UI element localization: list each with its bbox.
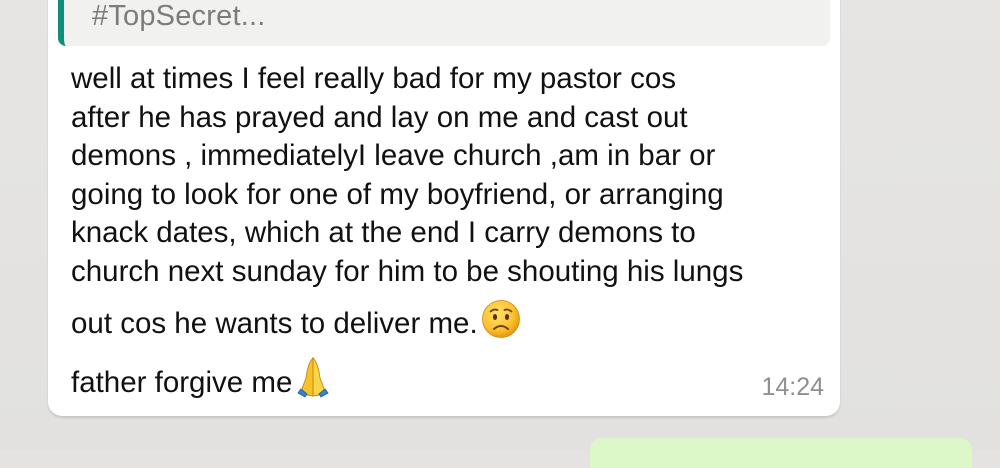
message-line: going to look for one of my boyfriend, o… bbox=[71, 177, 724, 211]
message-line: church next sunday for him to be shoutin… bbox=[71, 254, 744, 288]
message-timestamp: 14:24 bbox=[761, 373, 824, 401]
signoff-line: father forgive me bbox=[71, 356, 831, 409]
outgoing-message-bubble[interactable] bbox=[590, 438, 972, 468]
message-body: well at times I feel really bad for my p… bbox=[71, 60, 831, 408]
message-line: demons , immediatelyI leave church ,am i… bbox=[71, 139, 716, 172]
message-line-with-emoji: out cos he wants to deliver me. bbox=[71, 299, 831, 350]
worried-face-emoji-icon bbox=[481, 299, 521, 350]
quoted-reply[interactable]: #TopSecret... bbox=[58, 0, 830, 46]
message-line: well at times I feel really bad for my p… bbox=[71, 62, 676, 95]
incoming-message-bubble[interactable]: #TopSecret... well at times I feel reall… bbox=[48, 0, 840, 416]
chat-area: #TopSecret... well at times I feel reall… bbox=[0, 0, 1000, 468]
quoted-reply-text: #TopSecret... bbox=[92, 0, 266, 32]
message-line: out cos he wants to deliver me. bbox=[71, 307, 478, 340]
folded-hands-emoji-icon bbox=[295, 356, 331, 409]
message-line: knack dates, which at the end I carry de… bbox=[71, 216, 696, 249]
signoff-text: father forgive me bbox=[71, 365, 293, 399]
message-line: after he has prayed and lay on me and ca… bbox=[71, 100, 688, 134]
